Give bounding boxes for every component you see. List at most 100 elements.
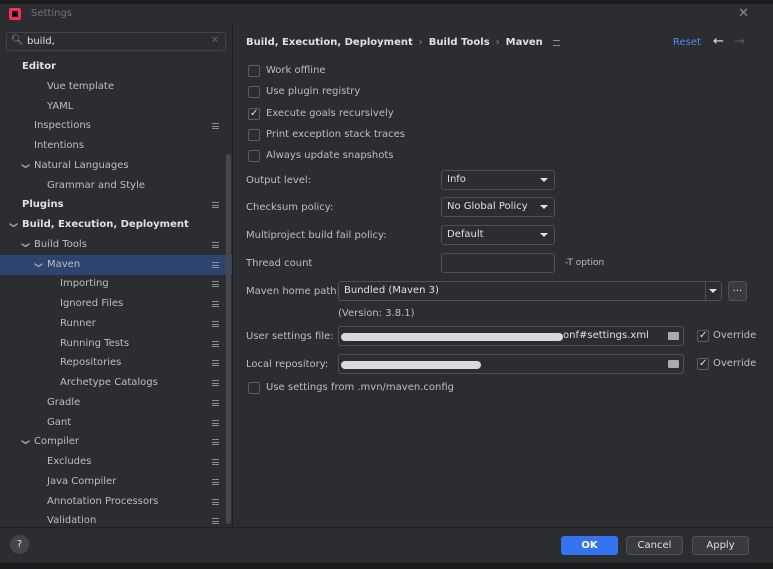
sidebar-item-label: Java Compiler (47, 475, 117, 487)
sidebar-item[interactable]: Runner (0, 314, 232, 334)
project-settings-icon (212, 340, 219, 347)
maven-version-text: (Version: 3.8.1) (338, 308, 415, 319)
sidebar-item-label: Archetype Catalogs (60, 377, 158, 388)
settings-search-box[interactable]: 🔍︎ ✕ (6, 32, 226, 51)
sidebar-item[interactable]: Plugins (0, 195, 232, 215)
thread-count-input[interactable] (441, 253, 555, 273)
project-settings-icon (212, 399, 219, 406)
back-arrow-icon[interactable]: ← (713, 34, 724, 49)
sidebar-item[interactable]: Running Tests (0, 334, 232, 354)
checkbox-box[interactable] (248, 106, 260, 122)
project-settings-icon (212, 261, 219, 268)
chevron-down-icon[interactable]: ❯ (15, 241, 35, 248)
sidebar-item[interactable]: Gradle (0, 393, 232, 413)
bottom-strip (0, 563, 773, 569)
reset-link[interactable]: Reset (673, 37, 701, 48)
folder-icon[interactable] (668, 332, 679, 340)
sidebar-item[interactable]: Archetype Catalogs (0, 373, 232, 393)
sidebar-item-label: Ignored Files (60, 298, 124, 309)
app-logo-icon (9, 8, 21, 20)
help-button[interactable]: ? (10, 535, 29, 554)
sidebar-item[interactable]: ❯ Build, Execution, Deployment (0, 215, 232, 235)
settings-dialog: Settings ✕ 🔍︎ ✕ Editor Vue template YAML In… (0, 0, 773, 569)
checkbox-box[interactable] (697, 328, 709, 344)
maven-home-label: Maven home path: (246, 286, 340, 297)
sidebar-item-label: Maven (47, 258, 81, 270)
breadcrumb-item[interactable]: Build Tools (429, 37, 490, 48)
dropdown-value: Info (447, 174, 466, 185)
clear-search-icon[interactable]: ✕ (211, 35, 219, 46)
sidebar-scrollbar[interactable] (226, 154, 231, 524)
sidebar-item[interactable]: Excludes (0, 452, 232, 472)
sidebar-item[interactable]: Importing (0, 274, 232, 294)
sidebar-item[interactable]: Repositories (0, 353, 232, 373)
sidebar-item[interactable]: ❯ Build Tools (0, 235, 232, 255)
sidebar-item[interactable]: ❯ Natural Languages (0, 156, 232, 176)
chevron-down-icon[interactable]: ❯ (3, 222, 23, 229)
sidebar-item-label: Gant (47, 416, 72, 428)
project-settings-icon (212, 241, 219, 248)
user-settings-field[interactable]: onf#settings.xml (338, 326, 684, 346)
checkbox-box[interactable] (248, 86, 260, 98)
folder-icon[interactable] (668, 360, 679, 368)
chevron-down-icon[interactable]: ❯ (15, 162, 35, 169)
close-icon[interactable]: ✕ (738, 6, 749, 21)
forward-arrow-icon[interactable]: → (734, 34, 745, 49)
fail-policy-label: Multiproject build fail policy: (246, 230, 387, 241)
sidebar-item[interactable]: Vue template (0, 77, 232, 97)
sidebar-item[interactable]: Annotation Processors (0, 492, 232, 512)
sidebar-item-label: Vue template (47, 80, 114, 92)
sidebar-item[interactable]: YAML (0, 97, 232, 117)
sidebar-item[interactable]: Editor (0, 57, 232, 77)
checkbox-box[interactable] (248, 150, 260, 162)
project-settings-icon (212, 202, 219, 209)
dropdown-value: No Global Policy (447, 201, 528, 212)
maven-home-combobox[interactable]: Bundled (Maven 3) (338, 281, 722, 301)
project-settings-icon (212, 478, 219, 485)
project-settings-icon (212, 380, 219, 386)
checkbox-label: Work offline (266, 65, 326, 76)
ok-button[interactable]: OK (561, 536, 618, 555)
search-input[interactable] (27, 34, 197, 49)
sidebar-item-label: Build, Execution, Deployment (22, 219, 189, 230)
fail-policy-dropdown[interactable]: Default (441, 225, 555, 245)
checkbox-label: Override (713, 358, 757, 369)
output-level-dropdown[interactable]: Info (441, 170, 555, 190)
checkbox-box[interactable] (248, 382, 260, 394)
chevron-down-icon[interactable]: ❯ (15, 439, 35, 446)
sidebar-item[interactable]: Intentions (0, 136, 232, 156)
checkbox-label: Always update snapshots (266, 150, 394, 161)
checkbox-box[interactable] (697, 356, 709, 372)
redacted-path (341, 361, 481, 369)
breadcrumb-item[interactable]: Build, Execution, Deployment (246, 37, 413, 48)
sidebar-item[interactable]: Inspections (0, 116, 232, 136)
checkbox-label: Execute goals recursively (266, 108, 394, 119)
chevron-down-icon[interactable] (709, 289, 717, 293)
chevron-down-icon (540, 178, 548, 182)
sidebar-item[interactable]: Java Compiler (0, 472, 232, 492)
sidebar-item-label: Annotation Processors (47, 495, 159, 507)
local-repository-label: Local repository: (246, 359, 329, 370)
path-text: onf#settings.xml (563, 330, 649, 341)
breadcrumb-item: Maven (505, 37, 543, 48)
checkbox-box[interactable] (248, 129, 260, 141)
chevron-down-icon[interactable]: ❯ (28, 261, 48, 268)
apply-button[interactable]: Apply (692, 536, 749, 555)
sidebar-item-label: Build Tools (34, 238, 87, 250)
chevron-down-icon (540, 205, 548, 209)
sidebar-item-label: Plugins (22, 199, 64, 211)
sidebar-item[interactable]: Validation (0, 511, 232, 527)
sidebar-item[interactable]: ❯ Maven (0, 254, 232, 275)
sidebar-item-label: Intentions (34, 140, 85, 151)
sidebar-item[interactable]: ❯ Compiler (0, 432, 232, 452)
project-settings-icon (212, 439, 219, 446)
sidebar-item[interactable]: Ignored Files (0, 294, 232, 314)
cancel-button[interactable]: Cancel (626, 536, 683, 555)
checkbox-box[interactable] (248, 65, 260, 77)
project-settings-icon (212, 281, 219, 288)
browse-maven-home-button[interactable]: ... (728, 281, 747, 301)
checksum-policy-dropdown[interactable]: No Global Policy (441, 197, 555, 217)
sidebar-item[interactable]: Gant (0, 413, 232, 433)
local-repository-field[interactable] (338, 354, 684, 374)
sidebar-item[interactable]: Grammar and Style (0, 176, 232, 196)
